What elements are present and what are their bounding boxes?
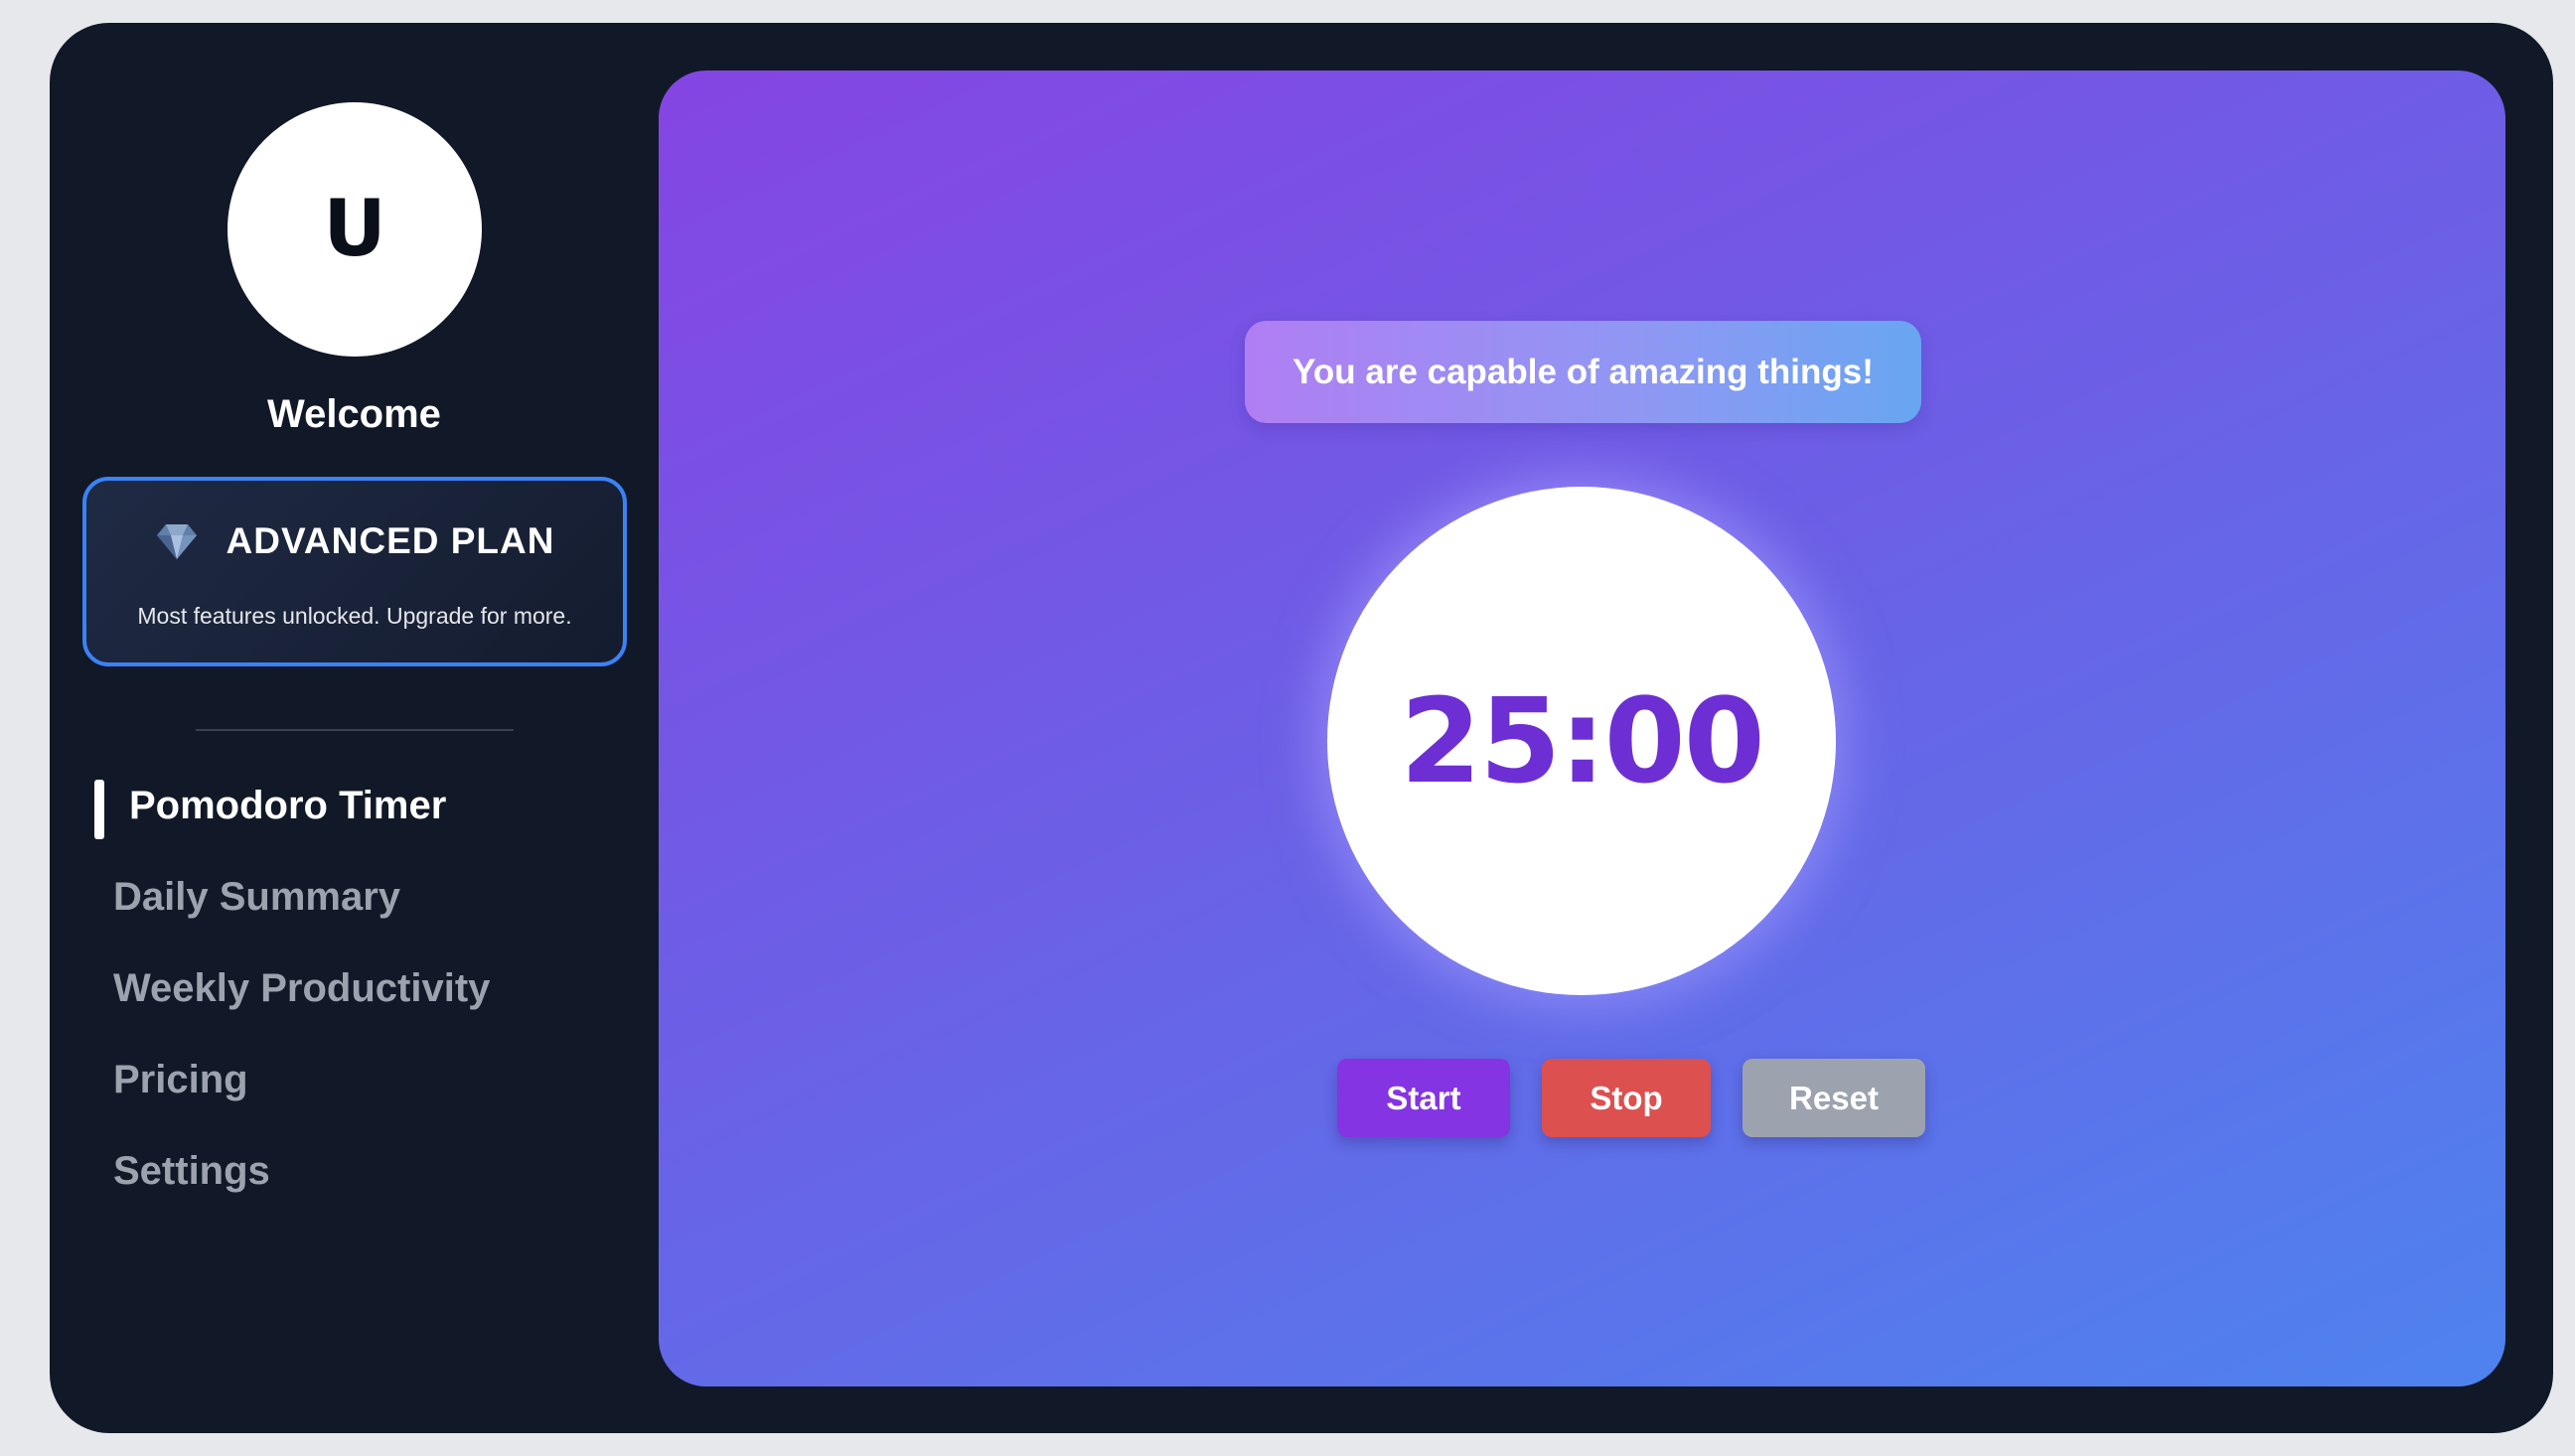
nav-item-pomodoro-timer[interactable]: Pomodoro Timer [129,784,446,828]
nav-item-daily-summary[interactable]: Daily Summary [113,875,400,920]
plan-header: ADVANCED PLAN [86,520,623,562]
active-nav-indicator [94,780,104,839]
welcome-text: Welcome [267,392,441,436]
stop-button[interactable]: Stop [1542,1059,1711,1137]
sidebar-divider [196,729,514,731]
reset-button[interactable]: Reset [1742,1059,1925,1137]
timer-display: 25:00 [1400,672,1765,809]
motivational-quote: You are capable of amazing things! [1245,321,1921,423]
app-window: U Welcome ADVANCED PLAN Most features un… [50,23,2553,1433]
nav-item-weekly-productivity[interactable]: Weekly Productivity [113,966,490,1011]
sidebar: U Welcome ADVANCED PLAN Most features un… [50,23,659,1433]
plan-title: ADVANCED PLAN [226,520,555,561]
gem-icon [156,524,197,559]
avatar-initial: U [323,185,386,274]
plan-description: Most features unlocked. Upgrade for more… [137,603,572,629]
plan-card[interactable]: ADVANCED PLAN Most features unlocked. Up… [82,477,627,666]
start-button[interactable]: Start [1337,1059,1510,1137]
timer-circle: 25:00 [1327,487,1836,995]
nav-item-settings[interactable]: Settings [113,1149,270,1194]
nav-item-pricing[interactable]: Pricing [113,1058,248,1102]
avatar[interactable]: U [227,102,482,357]
main-panel: You are capable of amazing things! 25:00… [659,71,2505,1386]
